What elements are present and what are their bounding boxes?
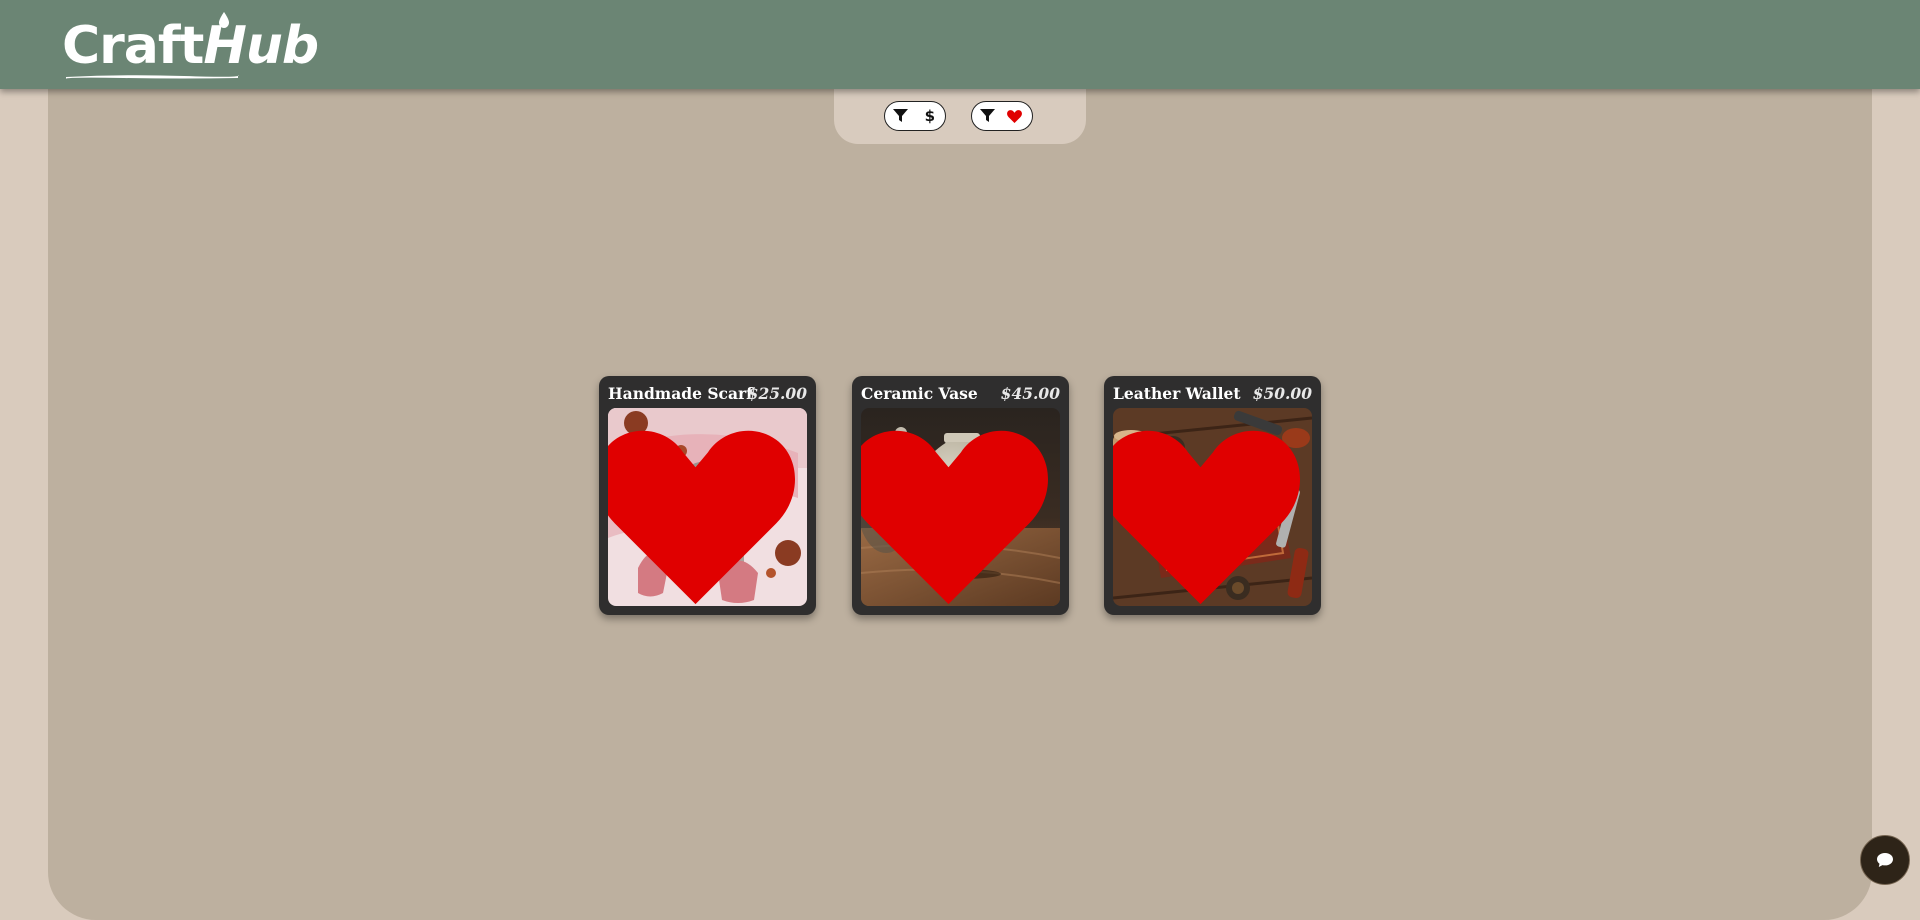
product-image-ceramic-vase bbox=[861, 408, 1060, 606]
logo-underline-icon bbox=[65, 75, 239, 79]
product-image-knitted-fox-scarf bbox=[608, 408, 807, 606]
logo-drop-icon bbox=[219, 12, 229, 28]
product-price: $25.00 bbox=[747, 384, 807, 403]
site-header: CraftHub bbox=[0, 0, 1920, 89]
product-title: Ceramic Vase bbox=[861, 384, 978, 403]
product-title: Leather Wallet bbox=[1113, 384, 1241, 403]
product-card-handmade-scarf[interactable]: Handmade Scarf $25.00 bbox=[599, 376, 816, 615]
product-title: Handmade Scarf bbox=[608, 384, 753, 403]
product-image-tooled-leather-wallet bbox=[1113, 408, 1312, 606]
favorite-heart-icon[interactable] bbox=[861, 418, 1048, 606]
dollar-icon: $ bbox=[924, 107, 935, 125]
product-card-ceramic-vase[interactable]: Ceramic Vase $45.00 bbox=[852, 376, 1069, 615]
filter-by-price-button[interactable]: $ bbox=[884, 101, 946, 131]
logo-wordmark: CraftHub bbox=[62, 12, 319, 82]
logo-text-craft: Craft bbox=[62, 16, 204, 76]
product-card-leather-wallet[interactable]: Leather Wallet $50.00 bbox=[1104, 376, 1321, 615]
product-price: $45.00 bbox=[1000, 384, 1060, 403]
filter-icon bbox=[893, 109, 908, 122]
product-price: $50.00 bbox=[1252, 384, 1312, 403]
filter-bar: $ bbox=[834, 89, 1086, 144]
filter-by-favorites-button[interactable] bbox=[971, 101, 1033, 131]
chat-bubble-icon bbox=[1877, 853, 1893, 867]
favorite-heart-icon[interactable] bbox=[608, 418, 795, 606]
heart-icon bbox=[1007, 109, 1022, 123]
chat-button[interactable] bbox=[1860, 835, 1910, 885]
filter-icon bbox=[980, 109, 995, 122]
favorite-heart-icon[interactable] bbox=[1113, 418, 1300, 606]
craft-hub-logo[interactable]: CraftHub bbox=[62, 10, 319, 82]
